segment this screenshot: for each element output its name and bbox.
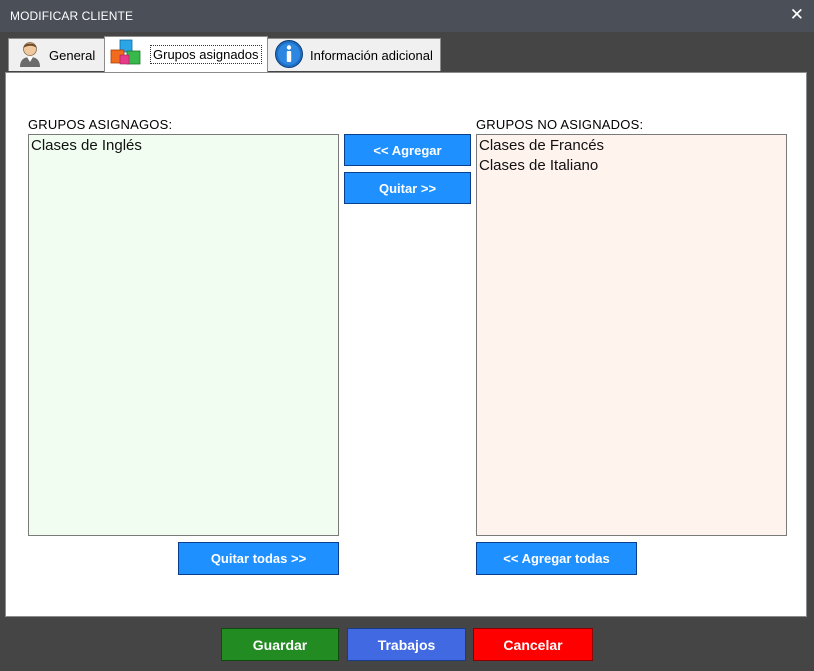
grupos-panel: GRUPOS ASIGNAGOS: Clases de Inglés << Ag…	[5, 72, 807, 617]
save-button[interactable]: Guardar	[221, 628, 339, 661]
user-icon	[17, 40, 43, 71]
assigned-groups-title: GRUPOS ASIGNAGOS:	[28, 117, 173, 132]
unassigned-groups-title: GRUPOS NO ASIGNADOS:	[476, 117, 644, 132]
list-item[interactable]: Clases de Italiano	[479, 156, 784, 176]
list-item[interactable]: Clases de Inglés	[31, 136, 336, 156]
info-icon	[274, 39, 304, 72]
jobs-button[interactable]: Trabajos	[347, 628, 466, 661]
close-icon[interactable]: ✕	[790, 5, 804, 25]
tab-informacion-adicional[interactable]: Información adicional	[267, 38, 441, 71]
remove-button[interactable]: Quitar >>	[344, 172, 471, 204]
unassigned-groups-list[interactable]: Clases de Francés Clases de Italiano	[476, 134, 787, 536]
add-button[interactable]: << Agregar	[344, 134, 471, 166]
list-item[interactable]: Clases de Francés	[479, 136, 784, 156]
tab-informacion-adicional-label: Información adicional	[310, 47, 433, 63]
tab-grupos-asignados-label: Grupos asignados	[150, 45, 262, 64]
assigned-groups-list[interactable]: Clases de Inglés	[28, 134, 339, 536]
tab-grupos-asignados[interactable]: Grupos asignados	[104, 36, 268, 72]
modificar-cliente-window: MODIFICAR CLIENTE ✕ General Grupos asign…	[0, 0, 814, 671]
tab-strip: General Grupos asignados Información adi…	[0, 32, 814, 72]
remove-all-button[interactable]: Quitar todas >>	[178, 542, 339, 575]
tab-general[interactable]: General	[8, 38, 105, 71]
title-bar: MODIFICAR CLIENTE ✕	[0, 0, 814, 32]
window-title: MODIFICAR CLIENTE	[10, 9, 134, 23]
tab-general-label: General	[49, 47, 96, 63]
cubes-icon	[110, 39, 144, 70]
cancel-button[interactable]: Cancelar	[473, 628, 593, 661]
add-all-button[interactable]: << Agregar todas	[476, 542, 637, 575]
